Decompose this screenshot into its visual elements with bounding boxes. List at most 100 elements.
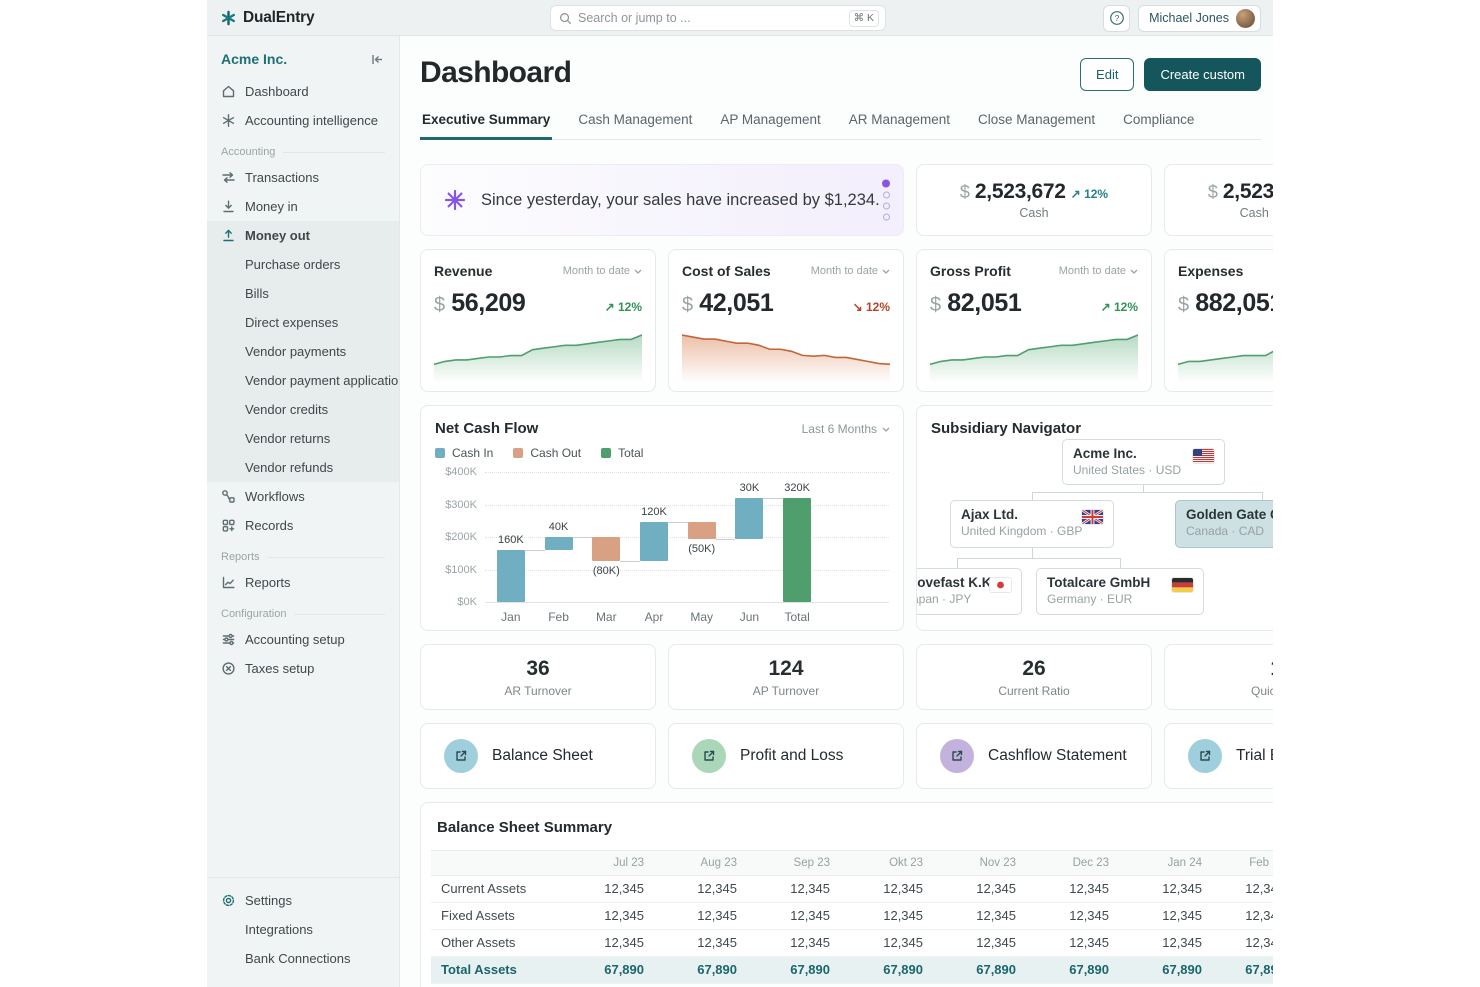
kpi-value: 2,523,672	[975, 180, 1066, 204]
user-menu-button[interactable]: Michael Jones	[1138, 5, 1261, 32]
waterfall-bar-mar	[592, 537, 620, 561]
org-node-golden-gate[interactable]: Golden Gate Corp. Canada · CAD	[1175, 500, 1273, 548]
sidebar-item-dashboard[interactable]: Dashboard	[207, 77, 399, 106]
table-row-current-liabilities: Current Liabilities12,34512,34512,34512,…	[431, 984, 1273, 987]
carousel-dot[interactable]	[883, 192, 890, 199]
brand-logo: DualEntry	[207, 9, 400, 27]
report-link-cashflow-statement[interactable]: Cashflow Statement	[916, 723, 1152, 789]
create-custom-button[interactable]: Create custom	[1144, 58, 1261, 91]
sidebar-item-transactions[interactable]: Transactions	[207, 163, 399, 192]
collapse-sidebar-icon[interactable]	[370, 52, 385, 67]
us-flag-icon	[1193, 449, 1214, 463]
sidebar-item-records[interactable]: Records	[207, 511, 399, 540]
report-link-balance-sheet[interactable]: Balance Sheet	[420, 723, 656, 789]
org-node-movefast[interactable]: Movefast K.K. Japan · JPY	[916, 568, 1022, 615]
metric-title: Gross Profit	[930, 263, 1011, 279]
sidebar-subitem-vendor-payment-applications[interactable]: Vendor payment applications	[207, 366, 399, 395]
kpi-card-cash: $ 2,523,672 ↗ 12% Cash	[916, 164, 1152, 236]
sidebar-section-configuration: Configuration	[207, 597, 399, 625]
help-button[interactable]: ?	[1103, 5, 1130, 32]
org-node-ajax[interactable]: Ajax Ltd. United Kingdom · GBP	[950, 500, 1114, 548]
period-dropdown[interactable]: Month to date	[1059, 265, 1138, 277]
legend-item-cash-in: Cash In	[435, 446, 493, 460]
sidebar-nav: DashboardAccounting intelligence Accounti…	[207, 77, 399, 683]
net-cash-flow-chart: $400K$300K$200K$100K$0K160KJan40KFeb(80K…	[435, 468, 889, 620]
sidebar-item-workflows[interactable]: Workflows	[207, 482, 399, 511]
carousel-dot[interactable]	[883, 214, 890, 221]
ratio-card-current-ratio: 26 Current Ratio	[916, 644, 1152, 710]
carousel-dot[interactable]	[883, 203, 890, 210]
panel-title: Subsidiary Navigator	[917, 406, 1273, 437]
waterfall-bar-jan	[497, 550, 525, 602]
external-link-icon	[940, 739, 974, 773]
global-search[interactable]: ⌘ K	[550, 5, 886, 31]
sidebar-item-settings[interactable]: Settings	[207, 886, 399, 915]
tab-cash-management[interactable]: Cash Management	[576, 106, 694, 139]
company-name[interactable]: Acme Inc.	[221, 51, 287, 67]
cost-of-sales-sparkline	[682, 327, 890, 383]
column-header: Dec 23	[1026, 851, 1119, 876]
gear-icon	[221, 893, 236, 908]
period-dropdown[interactable]: Month to date	[563, 265, 642, 277]
tab-executive-summary[interactable]: Executive Summary	[420, 106, 552, 140]
table-row-other-assets: Other Assets12,34512,34512,34512,34512,3…	[431, 930, 1273, 957]
insight-banner[interactable]: Since yesterday, your sales have increas…	[420, 164, 904, 236]
sidebar-item-reports[interactable]: Reports	[207, 568, 399, 597]
sidebar-item-bank-connections[interactable]: Bank Connections	[207, 944, 399, 973]
app-window: DualEntry ⌘ K ? Michael Jones Acme Inc.	[207, 0, 1273, 987]
sidebar-subitem-purchase-orders[interactable]: Purchase orders	[207, 250, 399, 279]
currency-sign: $	[1208, 182, 1218, 203]
edit-button[interactable]: Edit	[1080, 58, 1134, 91]
insight-text: Since yesterday, your sales have increas…	[481, 191, 880, 210]
metric-card-expenses: Expenses Month to date $ 882,051 ↗ 12%	[1164, 249, 1273, 392]
tab-ap-management[interactable]: AP Management	[718, 106, 822, 139]
table-row-fixed-assets: Fixed Assets12,34512,34512,34512,34512,3…	[431, 903, 1273, 930]
kpi-value: 2,523,672	[1223, 180, 1273, 204]
revenue-sparkline	[434, 327, 642, 383]
sidebar-item-accounting-setup[interactable]: Accounting setup	[207, 625, 399, 654]
metric-card-gross-profit: Gross Profit Month to date $ 82,051 ↗ 12…	[916, 249, 1152, 392]
external-link-icon	[444, 739, 478, 773]
table-header-row: Jul 23Aug 23Sep 23Okt 23Nov 23Dec 23Jan …	[431, 851, 1273, 876]
sparkle-icon	[443, 188, 467, 212]
search-input[interactable]	[578, 11, 849, 25]
org-node-totalcare[interactable]: Totalcare GmbH Germany · EUR	[1036, 568, 1204, 615]
range-dropdown[interactable]: Last 6 Months	[802, 422, 890, 436]
tab-compliance[interactable]: Compliance	[1121, 106, 1196, 139]
sidebar-item-integrations[interactable]: Integrations	[207, 915, 399, 944]
sidebar-subitem-vendor-credits[interactable]: Vendor credits	[207, 395, 399, 424]
ratio-card-ar-turnover: 36 AR Turnover	[420, 644, 656, 710]
user-avatar	[1236, 9, 1255, 28]
report-link-trial-balance[interactable]: Trial Balance	[1164, 723, 1273, 789]
external-link-icon	[1188, 739, 1222, 773]
uk-flag-icon	[1082, 510, 1103, 524]
sidebar-item-accounting-intelligence[interactable]: Accounting intelligence	[207, 106, 399, 135]
tab-ar-management[interactable]: AR Management	[847, 106, 952, 139]
sidebar-subitem-vendor-returns[interactable]: Vendor returns	[207, 424, 399, 453]
sidebar-item-money-out[interactable]: Money out	[207, 221, 399, 250]
sidebar-subitem-direct-expenses[interactable]: Direct expenses	[207, 308, 399, 337]
tab-close-management[interactable]: Close Management	[976, 106, 1097, 139]
sidebar-item-taxes-setup[interactable]: Taxes setup	[207, 654, 399, 683]
sidebar-subitem-vendor-payments[interactable]: Vendor payments	[207, 337, 399, 366]
sidebar-item-money-in[interactable]: Money in	[207, 192, 399, 221]
sidebar-section-reports: Reports	[207, 540, 399, 568]
org-node-acme[interactable]: Acme Inc. United States · USD	[1062, 439, 1225, 485]
home-icon	[221, 84, 236, 99]
sidebar-subitem-vendor-refunds[interactable]: Vendor refunds	[207, 453, 399, 482]
table-row-total-assets: Total Assets67,89067,89067,89067,89067,8…	[431, 957, 1273, 984]
metric-value: $ 42,051	[682, 289, 773, 318]
sparkle-icon	[221, 113, 236, 128]
report-link-profit-and-loss[interactable]: Profit and Loss	[668, 723, 904, 789]
column-header: Feb 24	[1212, 851, 1273, 876]
metric-title: Revenue	[434, 263, 492, 279]
gross-profit-sparkline	[930, 327, 1138, 383]
sidebar-subitem-bills[interactable]: Bills	[207, 279, 399, 308]
carousel-dot[interactable]	[882, 180, 890, 188]
balance-sheet-summary-panel: Balance Sheet Summary Jul 23Aug 23Sep 23…	[420, 802, 1273, 987]
chevron-down-icon	[634, 269, 642, 274]
column-header: Jul 23	[561, 851, 654, 876]
metric-delta: ↗ 12%	[1101, 300, 1138, 314]
period-dropdown[interactable]: Month to date	[811, 265, 890, 277]
column-header: Aug 23	[654, 851, 747, 876]
